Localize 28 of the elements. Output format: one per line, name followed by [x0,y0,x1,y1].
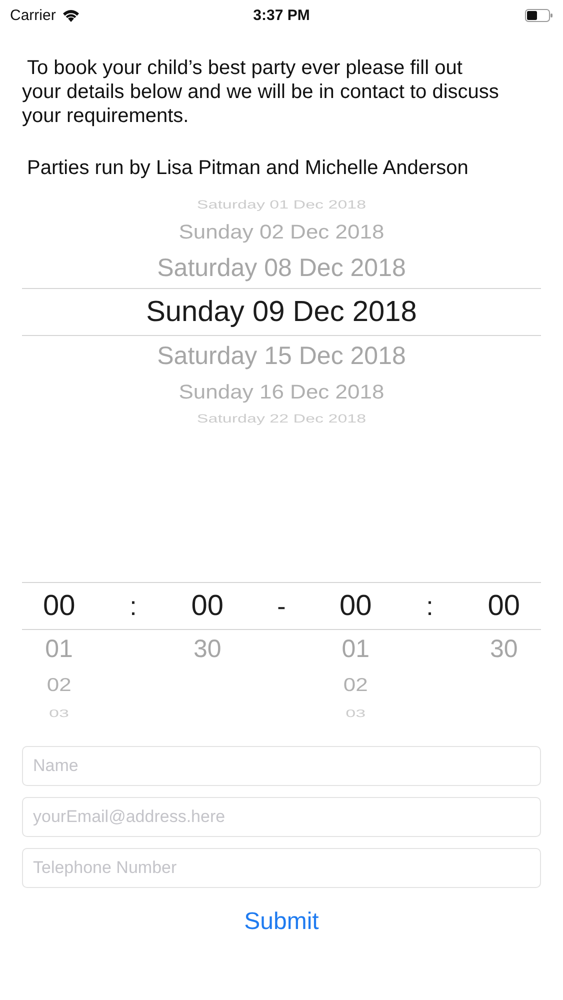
time-option[interactable]: 30 [193,634,222,664]
submit-button[interactable]: Submit [236,904,327,940]
organisers-text: Parties run by Lisa Pitman and Michelle Anderson [27,156,470,180]
time-option[interactable]: 01 [45,634,73,664]
date-option[interactable]: Sunday 09 Dec 2018 [146,296,417,328]
date-option[interactable]: Saturday 15 Dec 2018 [157,342,406,370]
text-field[interactable]: yourEmail@address.here [22,797,541,837]
time-option[interactable]: 02 [343,674,368,696]
battery-icon [525,8,553,22]
time-separator: - [277,591,286,621]
date-option[interactable]: Saturday 08 Dec 2018 [157,254,406,282]
text-field[interactable]: Name [22,746,541,786]
time-option[interactable]: 01 [342,634,370,664]
time-separator: : [426,591,434,621]
text-field[interactable]: Telephone Number [22,848,541,888]
time-option[interactable]: 02 [46,674,72,696]
time-option[interactable]: 00 [191,590,224,623]
wifi-icon [62,8,80,22]
time-option[interactable]: 00 [488,590,520,623]
date-option[interactable]: Sunday 02 Dec 2018 [178,220,384,244]
time-option[interactable]: 30 [490,634,518,664]
time-option[interactable]: 00 [42,590,76,623]
clock: 3:37 PM [253,6,310,24]
time-separator: : [130,591,137,621]
carrier-label: Carrier [10,6,56,24]
intro-text: To book your child’s best party ever please fill out your details below and we will be in contact to discuss your requirements. [22,56,500,128]
date-option[interactable]: Sunday 16 Dec 2018 [178,380,384,404]
time-option[interactable]: 00 [340,590,372,623]
